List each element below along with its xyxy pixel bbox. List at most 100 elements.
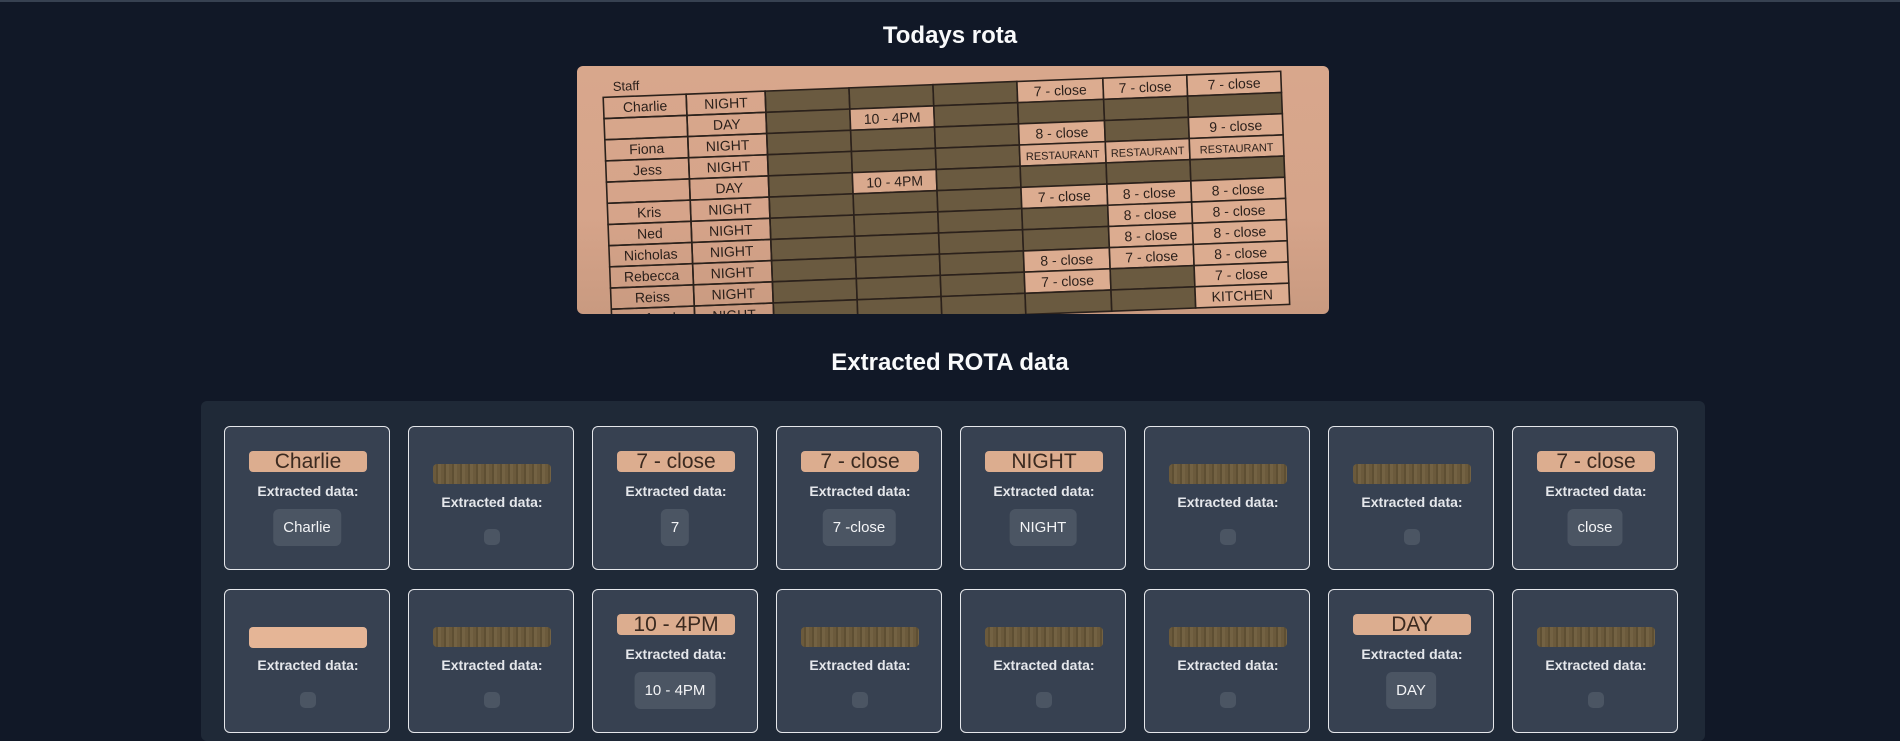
rota-staff-name: Fiona xyxy=(629,140,665,157)
rota-shift-cell: 8 - close xyxy=(1211,181,1265,199)
extracted-card[interactable]: 10 - 4PM Extracted data: 10 - 4PM xyxy=(592,589,758,733)
extracted-value-chip: Charlie xyxy=(273,509,341,546)
cell-crop-image: Charlie xyxy=(249,451,367,472)
extracted-data-label: Extracted data: xyxy=(1177,657,1279,673)
extracted-value-chip: NIGHT xyxy=(1009,509,1077,546)
extracted-data-label: Extracted data: xyxy=(625,483,727,499)
extracted-card[interactable]: NIGHT Extracted data: NIGHT xyxy=(960,426,1126,570)
extracted-card[interactable]: Extracted data: xyxy=(408,426,574,570)
rota-shift-cell: 9 - close xyxy=(1209,117,1263,135)
rota-shift-cell: 7 - close xyxy=(1034,81,1088,99)
rota-shift-type: NIGHT xyxy=(711,285,756,303)
rota-shift-cell: KITCHEN xyxy=(1211,286,1273,304)
extracted-data-label: Extracted data: xyxy=(1545,483,1647,499)
rota-shift-type: NIGHT xyxy=(710,243,755,261)
empty-value-chip xyxy=(852,692,868,708)
cell-crop-image: DAY xyxy=(1353,614,1471,635)
rota-staff-name: Nicholas xyxy=(624,246,678,264)
empty-value-chip xyxy=(1404,529,1420,545)
extracted-data-panel: Charlie Extracted data: Charlie Extracted d… xyxy=(201,401,1705,741)
extracted-card[interactable]: Extracted data: xyxy=(1144,426,1310,570)
extracted-card[interactable]: 7 - close Extracted data: 7 xyxy=(592,426,758,570)
extracted-title: Extracted ROTA data xyxy=(831,349,1069,376)
extracted-data-label: Extracted data: xyxy=(257,483,359,499)
rota-shift-type: NIGHT xyxy=(712,306,757,314)
cell-crop-image xyxy=(1537,627,1655,647)
extracted-card[interactable]: Extracted data: xyxy=(1144,589,1310,733)
cell-crop-image xyxy=(433,464,551,484)
cell-crop-image xyxy=(249,627,367,648)
rota-shift-type: NIGHT xyxy=(708,200,753,218)
rota-header-staff: Staff xyxy=(612,78,639,94)
empty-value-chip xyxy=(300,692,316,708)
extracted-card[interactable]: 7 - close Extracted data: close xyxy=(1512,426,1678,570)
top-divider xyxy=(0,0,1900,2)
extracted-card[interactable]: Extracted data: xyxy=(960,589,1126,733)
cell-crop-image: 7 - close xyxy=(1537,451,1655,472)
extracted-data-label: Extracted data: xyxy=(1545,657,1647,673)
empty-value-chip xyxy=(1588,692,1604,708)
rota-shift-type: NIGHT xyxy=(704,94,749,112)
rota-shift-cell: 7 - close xyxy=(1125,248,1179,266)
rota-staff-name: Ned xyxy=(637,225,663,242)
cell-crop-image xyxy=(985,627,1103,647)
rota-shift-type: NIGHT xyxy=(706,137,751,155)
extracted-card[interactable]: Extracted data: xyxy=(1512,589,1678,733)
rota-shift-cell: 10 - 4PM xyxy=(863,109,920,127)
rota-staff-name: Charlie xyxy=(623,97,668,115)
extracted-value-chip: 10 - 4PM xyxy=(634,672,716,709)
rota-shift-cell: 7 - close xyxy=(1038,187,1092,205)
extracted-data-label: Extracted data: xyxy=(1177,494,1279,510)
rota-staff-name: Reiss xyxy=(635,288,671,305)
extracted-data-label: Extracted data: xyxy=(441,657,543,673)
extracted-data-label: Extracted data: xyxy=(625,646,727,662)
rota-staff-name: Rebecca xyxy=(624,267,680,285)
rota-shift-cell: 8 - close xyxy=(1035,124,1089,142)
extracted-card[interactable]: Extracted data: xyxy=(224,589,390,733)
empty-value-chip xyxy=(1220,692,1236,708)
rota-shift-cell: 10 - 4PM xyxy=(866,172,923,190)
empty-value-chip xyxy=(484,692,500,708)
rota-staff-name: Kris xyxy=(637,204,662,221)
extracted-card[interactable]: Extracted data: xyxy=(408,589,574,733)
rota-shift-type: NIGHT xyxy=(710,264,755,282)
extracted-value-chip: close xyxy=(1567,509,1623,546)
rota-shift-cell: 8 - close xyxy=(1040,251,1094,269)
empty-value-chip xyxy=(484,529,500,545)
extracted-data-label: Extracted data: xyxy=(441,494,543,510)
rota-shift-cell: 8 - close xyxy=(1124,226,1178,244)
extracted-card[interactable]: Extracted data: xyxy=(1328,426,1494,570)
cell-crop-image: NIGHT xyxy=(985,451,1103,472)
extracted-value-chip: DAY xyxy=(1386,672,1436,709)
empty-value-chip xyxy=(1036,692,1052,708)
cell-crop-image xyxy=(433,627,551,647)
rota-shift-type: DAY xyxy=(715,179,744,196)
rota-shift-cell: 7 - close xyxy=(1215,265,1269,283)
cell-crop-image xyxy=(1169,464,1287,484)
extracted-value-chip: 7 -close xyxy=(822,509,896,546)
extracted-card[interactable]: 7 - close Extracted data: 7 -close xyxy=(776,426,942,570)
extracted-data-label: Extracted data: xyxy=(809,657,911,673)
extracted-data-label: Extracted data: xyxy=(1361,646,1463,662)
rota-shift-type: DAY xyxy=(713,116,742,133)
extracted-data-label: Extracted data: xyxy=(809,483,911,499)
rota-shift-cell: 7 - close xyxy=(1041,272,1095,290)
cell-crop-image xyxy=(801,627,919,647)
extracted-value-chip: 7 xyxy=(660,509,690,546)
extracted-card[interactable]: DAY Extracted data: DAY xyxy=(1328,589,1494,733)
extracted-data-label: Extracted data: xyxy=(257,657,359,673)
rota-staff-name: Jess xyxy=(633,161,662,178)
rota-staff-name: Tufayel xyxy=(630,309,676,314)
rota-shift-cell: 8 - close xyxy=(1214,244,1268,262)
extracted-card[interactable]: Extracted data: xyxy=(776,589,942,733)
rota-shift-type: NIGHT xyxy=(709,221,754,239)
rota-shift-cell: 8 - close xyxy=(1123,184,1177,202)
rota-shift-cell: 8 - close xyxy=(1213,223,1267,241)
extracted-card[interactable]: Charlie Extracted data: Charlie xyxy=(224,426,390,570)
rota-shift-type: NIGHT xyxy=(706,158,751,176)
rota-photo: Staff Charlie NIGHT 7 - close 7 - close 7 - c… xyxy=(577,66,1329,314)
extracted-data-label: Extracted data: xyxy=(1361,494,1463,510)
rota-shift-cell: 8 - close xyxy=(1212,202,1266,220)
cell-crop-image: 7 - close xyxy=(801,451,919,472)
rota-shift-cell: 7 - close xyxy=(1207,75,1261,93)
